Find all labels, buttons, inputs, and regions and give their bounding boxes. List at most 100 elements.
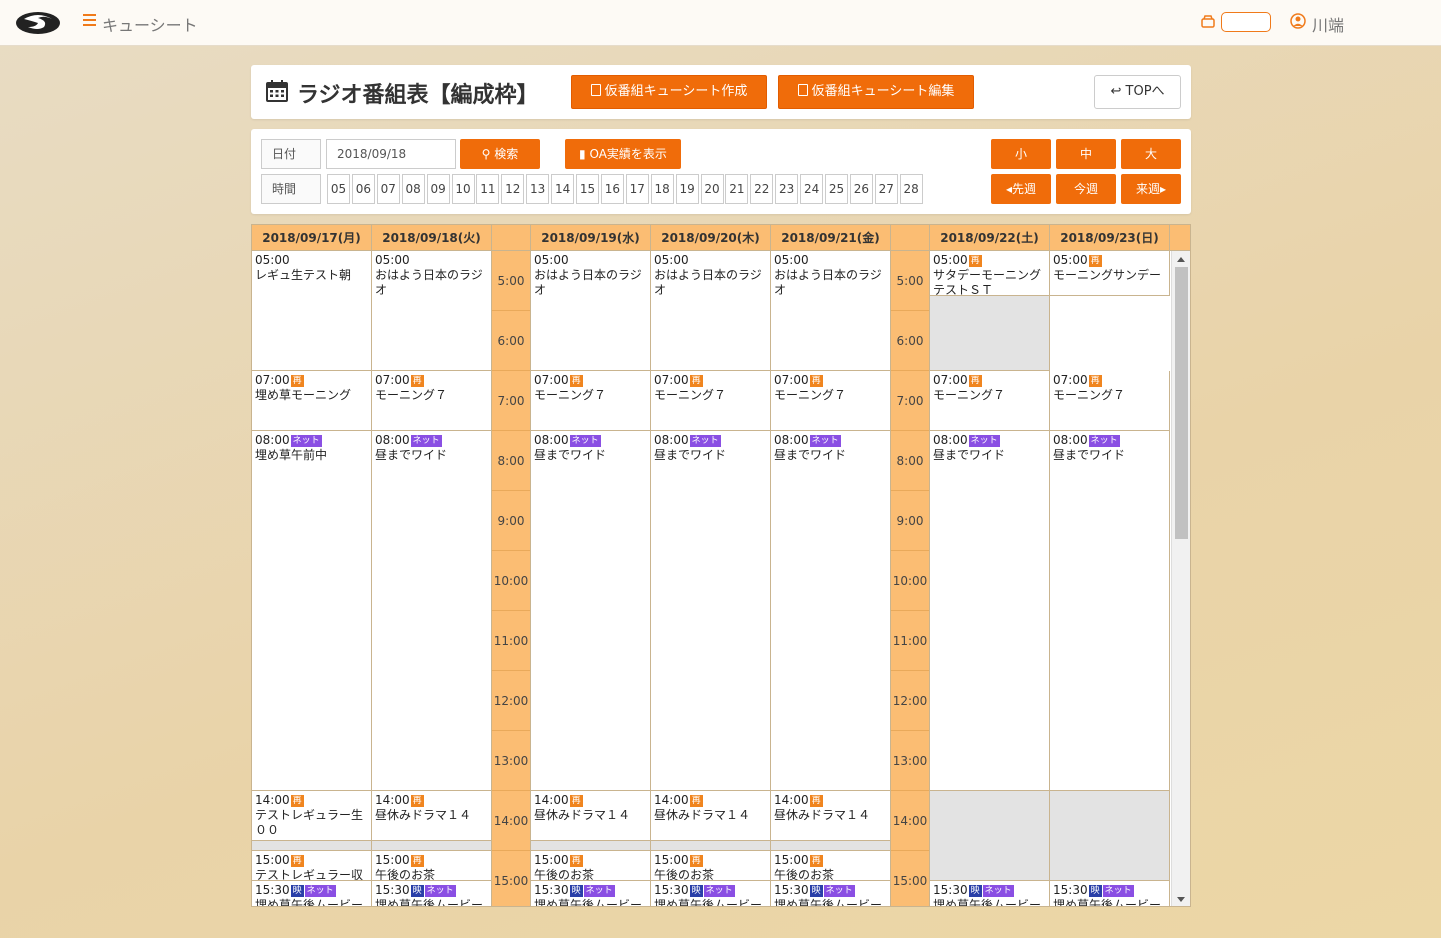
size-large-button[interactable]: 大: [1121, 139, 1181, 169]
day-header: 2018/09/20(木): [651, 225, 771, 251]
schedule-grid: 2018/09/17(月) 2018/09/18(火) 2018/09/19(水) 2…: [251, 224, 1191, 907]
next-week-button[interactable]: 来週▸: [1121, 174, 1181, 204]
program-block[interactable]: 15:30 映ネット 埋め草午後ムービー: [651, 881, 771, 906]
program-block[interactable]: 15:00 再午後のお茶: [531, 851, 651, 881]
program-block[interactable]: 15:00 再午後のお茶: [372, 851, 492, 881]
program-block[interactable]: 05:00 おはよう日本のラジオ: [771, 251, 891, 371]
hamburger-menu-icon[interactable]: [83, 14, 96, 27]
user-name[interactable]: 川端: [1312, 12, 1344, 36]
program-block[interactable]: 15:00 再午後のお茶: [771, 851, 891, 881]
tag-ei-badge: 映: [290, 885, 304, 897]
program-block[interactable]: 15:30 映ネット 埋め草午後ムービー: [531, 881, 651, 906]
program-block[interactable]: 14:00 再昼休みドラマ１４: [372, 791, 492, 841]
vertical-scrollbar[interactable]: [1171, 251, 1190, 906]
hour-button[interactable]: 28: [899, 174, 923, 204]
hour-button[interactable]: 24: [800, 174, 824, 204]
program-time: 15:00 再: [534, 853, 647, 868]
inbox-icon[interactable]: [1201, 14, 1215, 28]
hour-button[interactable]: 15: [576, 174, 599, 204]
program-block[interactable]: 15:00 再テストレギュラー収: [252, 851, 372, 881]
hour-button[interactable]: 09: [426, 174, 450, 204]
program-block[interactable]: 07:00 再埋め草モーニング: [252, 371, 372, 431]
program-block[interactable]: 15:00 再午後のお茶: [651, 851, 771, 881]
size-small-button[interactable]: 小: [991, 139, 1051, 169]
hour-button[interactable]: 05: [327, 174, 350, 204]
program-time-text: 08:00: [255, 433, 290, 447]
program-block[interactable]: 15:30 映ネット 埋め草午後ムービー: [372, 881, 492, 906]
program-block[interactable]: 08:00 ネット 昼までワイド: [1050, 431, 1170, 791]
prev-week-button[interactable]: ◂先週: [991, 174, 1051, 204]
hour-button[interactable]: 22: [750, 174, 774, 204]
top-button[interactable]: ↩ TOPへ: [1094, 75, 1181, 109]
hour-button[interactable]: 10: [451, 174, 475, 204]
hour-button[interactable]: 20: [700, 174, 724, 204]
program-block[interactable]: 14:00 再テストレギュラー生００: [252, 791, 372, 841]
program-block[interactable]: 15:30 映ネット 埋め草午後ムービー: [1050, 881, 1170, 906]
program-time: 15:00 再: [654, 853, 767, 868]
program-name: 午後のお茶: [375, 868, 436, 881]
program-block[interactable]: 07:00 再モーニング７: [531, 371, 651, 431]
program-block[interactable]: 08:00 ネット 昼までワイド: [651, 431, 771, 791]
show-oa-results-button[interactable]: ▮ OA実績を表示: [565, 139, 681, 169]
hour-button[interactable]: 19: [675, 174, 699, 204]
hour-button[interactable]: 21: [725, 174, 749, 204]
program-block[interactable]: 08:00 ネット 昼までワイド: [531, 431, 651, 791]
program-block[interactable]: 08:00 ネット 埋め草午前中: [252, 431, 372, 791]
hour-button[interactable]: 06: [351, 174, 375, 204]
hour-button[interactable]: 16: [600, 174, 624, 204]
this-week-button[interactable]: 今週: [1056, 174, 1116, 204]
hour-button[interactable]: 13: [526, 174, 550, 204]
search-button[interactable]: ⚲ 検索: [460, 139, 540, 169]
program-block[interactable]: 14:00 再昼休みドラマ１４: [771, 791, 891, 841]
program-block[interactable]: 14:00 再昼休みドラマ１４: [531, 791, 651, 841]
program-block[interactable]: 05:00 再モーニングサンデー: [1050, 251, 1170, 296]
hour-button[interactable]: 11: [476, 174, 500, 204]
program-block[interactable]: 05:00 レギュ生テスト朝: [252, 251, 372, 371]
program-block[interactable]: 07:00 再モーニング７: [651, 371, 771, 431]
program-block[interactable]: 15:30 映ネット 埋め草午後ムービー: [252, 881, 372, 906]
notification-field[interactable]: [1221, 12, 1271, 32]
program-block[interactable]: 08:00 ネット 昼までワイド: [372, 431, 492, 791]
size-medium-button[interactable]: 中: [1056, 139, 1116, 169]
hour-button[interactable]: 14: [551, 174, 575, 204]
edit-temp-cuesheet-button[interactable]: 仮番組キューシート編集: [778, 75, 974, 109]
program-name: 昼休みドラマ１４: [654, 808, 751, 822]
program-block[interactable]: 07:00 再モーニング７: [771, 371, 891, 431]
tag-ei-badge: 映: [689, 885, 703, 897]
program-block[interactable]: 15:30 映ネット 埋め草午後ムービー: [930, 881, 1050, 906]
hour-button[interactable]: 17: [625, 174, 649, 204]
scroll-up-icon[interactable]: [1177, 257, 1185, 262]
program-block[interactable]: 05:00 おはよう日本のラジオ: [372, 251, 492, 371]
tag-re-badge: 再: [968, 255, 982, 267]
program-block[interactable]: 08:00 ネット 昼までワイド: [771, 431, 891, 791]
program-block[interactable]: 08:00 ネット 昼までワイド: [930, 431, 1050, 791]
app-title[interactable]: キューシート: [102, 12, 198, 36]
program-time: 14:00 再: [654, 793, 767, 808]
program-block[interactable]: 14:00 再昼休みドラマ１４: [651, 791, 771, 841]
program-block[interactable]: 07:00 再モーニング７: [930, 371, 1050, 431]
app-logo[interactable]: [14, 9, 62, 35]
hour-button[interactable]: 23: [775, 174, 799, 204]
program-block[interactable]: 05:00 おはよう日本のラジオ: [531, 251, 651, 371]
hour-button[interactable]: 26: [849, 174, 873, 204]
hour-button[interactable]: 08: [401, 174, 425, 204]
program-block[interactable]: 15:30 映ネット 埋め草午後ムービー: [771, 881, 891, 906]
scroll-down-icon[interactable]: [1177, 897, 1185, 902]
program-block[interactable]: 05:00 おはよう日本のラジオ: [651, 251, 771, 371]
hour-button[interactable]: 07: [376, 174, 400, 204]
scrollbar-thumb[interactable]: [1175, 267, 1188, 539]
tag-net-badge: ネット: [703, 885, 735, 897]
create-temp-cuesheet-button[interactable]: 仮番組キューシート作成: [571, 75, 767, 109]
time-slot-label: 9:00: [492, 491, 530, 551]
hour-button[interactable]: 12: [501, 174, 525, 204]
program-time: 08:00 ネット: [774, 433, 887, 448]
hour-button[interactable]: 25: [825, 174, 848, 204]
program-block[interactable]: 05:00 再サタデーモーニングテストＳＴ: [930, 251, 1050, 296]
date-input[interactable]: 2018/09/18: [326, 139, 456, 169]
user-icon[interactable]: [1290, 13, 1306, 29]
program-block[interactable]: 07:00 再モーニング７: [372, 371, 492, 431]
hour-button[interactable]: 18: [650, 174, 674, 204]
program-block[interactable]: 07:00 再モーニング７: [1050, 371, 1170, 431]
hour-button[interactable]: 27: [874, 174, 898, 204]
program-time: 08:00 ネット: [933, 433, 1046, 448]
